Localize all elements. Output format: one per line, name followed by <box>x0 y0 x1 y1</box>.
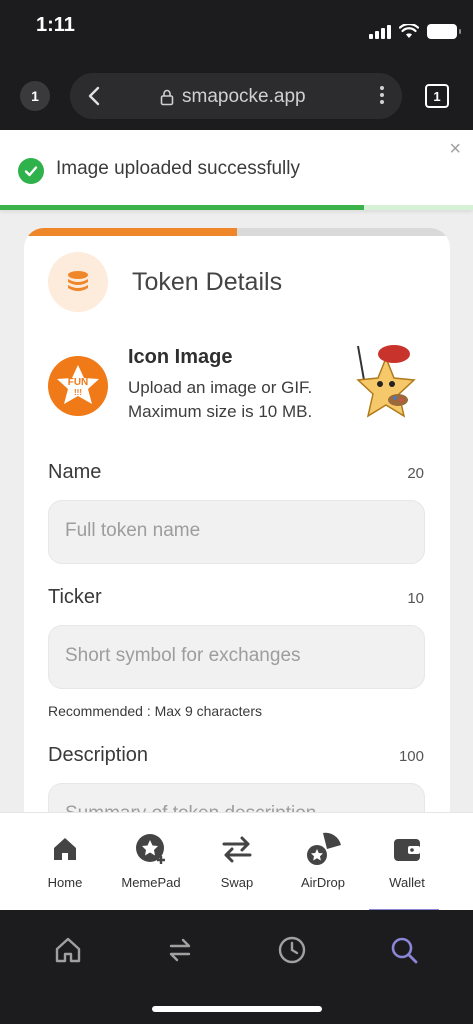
nav-swap-label: Swap <box>220 875 254 890</box>
ticker-input[interactable]: Short symbol for exchanges <box>48 625 425 689</box>
mascot-painter-icon[interactable] <box>350 340 422 424</box>
name-label: Name <box>48 461 102 483</box>
nav-wallet[interactable]: Wallet <box>360 813 454 909</box>
success-toast: Image uploaded successfully × <box>0 130 473 210</box>
nav-home-label: Home <box>47 875 83 890</box>
url-bar[interactable]: smapocke.app <box>70 73 402 119</box>
card-title: Token Details <box>132 268 283 296</box>
nav-airdrop[interactable]: AirDrop <box>276 813 370 909</box>
coin-stack-icon <box>48 252 108 312</box>
more-options-icon[interactable] <box>380 86 384 104</box>
svg-text:!!!: !!! <box>74 388 82 397</box>
svg-text:FUN: FUN <box>68 377 89 388</box>
ticker-char-count: 10 <box>407 590 424 607</box>
icon-image-title: Icon Image <box>128 346 233 368</box>
home-indicator <box>152 1006 322 1012</box>
nav-swap[interactable]: Swap <box>190 813 284 909</box>
ticker-hint: Recommended : Max 9 characters <box>48 703 262 719</box>
step-progress-fill <box>24 228 237 236</box>
nav-home[interactable]: Home <box>18 813 112 909</box>
history-icon[interactable] <box>272 930 312 970</box>
home-icon[interactable] <box>48 930 88 970</box>
lock-icon <box>160 89 174 106</box>
nav-memepad-label: MemePad <box>121 875 181 890</box>
nav-memepad[interactable]: MemePad <box>104 813 198 909</box>
toast-message: Image uploaded successfully <box>56 158 300 179</box>
back-icon[interactable] <box>84 84 106 108</box>
url-display[interactable]: smapocke.app <box>160 86 306 108</box>
toast-progress-track <box>0 205 473 210</box>
description-char-count: 100 <box>398 748 424 765</box>
nav-airdrop-label: AirDrop <box>300 875 346 890</box>
battery-icon <box>427 24 461 39</box>
status-time: 1:11 <box>36 14 75 36</box>
swap-icon[interactable] <box>160 930 200 970</box>
tab-count-badge[interactable]: 1 <box>20 81 50 111</box>
token-details-card: Token Details FUN !!! Icon Image Upload … <box>24 228 450 910</box>
home-icon <box>51 831 79 867</box>
signal-icon <box>369 24 391 39</box>
icon-image-description: Upload an image or GIF. Maximum size is … <box>128 378 313 421</box>
check-circle-icon <box>18 158 44 184</box>
wallet-icon <box>392 831 422 867</box>
browser-toolbar <box>0 910 473 1024</box>
nav-wallet-label: Wallet <box>389 875 425 890</box>
tabs-button[interactable]: 1 <box>425 84 449 108</box>
search-icon[interactable] <box>384 930 424 970</box>
wifi-icon <box>399 24 419 38</box>
active-nav-indicator <box>369 909 439 910</box>
description-label: Description <box>48 744 149 766</box>
swap-icon <box>220 831 254 867</box>
name-input[interactable]: Full token name <box>48 500 425 564</box>
close-icon[interactable]: × <box>449 138 461 161</box>
toast-progress-fill <box>0 205 365 210</box>
step-progress-track <box>24 228 450 236</box>
status-icons <box>369 24 461 39</box>
memepad-icon <box>134 831 168 867</box>
ticker-placeholder: Short symbol for exchanges <box>65 645 301 666</box>
name-placeholder: Full token name <box>65 520 201 541</box>
browser-address-bar: 1 smapocke.app 1 <box>0 58 473 130</box>
ticker-label: Ticker <box>48 586 102 608</box>
token-icon-preview[interactable]: FUN !!! <box>48 356 108 416</box>
status-bar: 1:11 <box>0 0 473 58</box>
name-char-count: 20 <box>407 465 424 482</box>
url-text: smapocke.app <box>182 86 306 107</box>
airdrop-icon <box>303 831 343 867</box>
app-bottom-nav: Home MemePad Swap AirDrop Wallet <box>0 812 473 910</box>
web-page: Image uploaded successfully × Token Deta… <box>0 130 473 910</box>
